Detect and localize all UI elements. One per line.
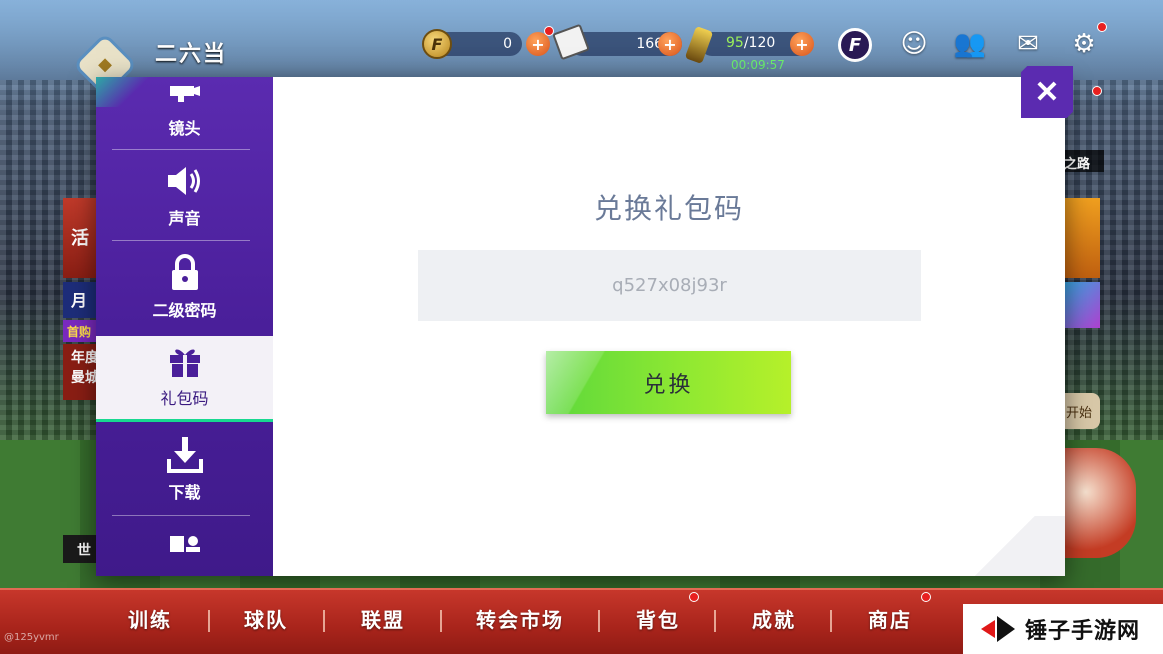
add-tickets-button[interactable]: + [658, 32, 682, 56]
nav-team[interactable]: 球队 [244, 604, 288, 633]
sidebar-item-label: 二级密码 [152, 301, 217, 320]
lock-icon [165, 253, 205, 293]
sidebar-item-account[interactable] [96, 521, 273, 571]
nav-separator [830, 610, 832, 632]
coin-icon: F [422, 29, 452, 59]
gift-code-input[interactable] [418, 250, 921, 321]
sidebar-item-secondary-password[interactable]: 二级密码 [96, 245, 273, 331]
nav-separator [440, 610, 442, 632]
event-banner-left-4[interactable]: 年度 曼城 [63, 344, 99, 400]
support-icon[interactable]: ☺ [896, 28, 932, 60]
event-banner-left-2[interactable]: 月 [63, 282, 99, 318]
settings-dialog: 镜头 声音 二级密码 礼包码 下载 兑换礼包码 q527x08j93r 兑换 [96, 77, 1065, 576]
sidebar-item-label: 下载 [168, 483, 201, 502]
nav-separator [323, 610, 325, 632]
sidebar-divider [112, 149, 250, 150]
event-banner-left-3[interactable]: 首购 [63, 320, 99, 342]
download-icon [165, 435, 205, 475]
nav-shop[interactable]: 商店 [868, 604, 912, 633]
energy-max: /120 [743, 35, 776, 51]
hammer-logo-icon [981, 614, 1015, 644]
sidebar-item-camera[interactable]: 镜头 [96, 77, 273, 149]
corner-note: @125yvmr [4, 632, 59, 643]
panel-title: 兑换礼包码 [593, 192, 744, 225]
nav-league[interactable]: 联盟 [361, 604, 405, 633]
settings-sidebar: 镜头 声音 二级密码 礼包码 下载 [96, 77, 273, 576]
sidebar-item-label: 镜头 [168, 119, 201, 138]
coins-value: 0 [503, 36, 512, 52]
sidebar-divider [112, 240, 250, 241]
gear-icon[interactable]: ⚙ [1066, 28, 1102, 60]
energy-timer: 00:09:57 [731, 58, 785, 72]
gift-icon [165, 341, 205, 381]
energy-readout: 95/120 [726, 35, 775, 51]
nav-separator [714, 610, 716, 632]
event-banner-right-2[interactable] [1064, 282, 1100, 328]
event-banner-left-1[interactable]: 活 [63, 198, 99, 278]
top-bar: ◆ 二六当 0 F + 1660 + 95/120 00:09:57 + F ☺… [0, 0, 1163, 98]
shop-notification-dot [921, 592, 931, 602]
account-icon [165, 524, 205, 564]
nav-achievements[interactable]: 成就 [752, 604, 796, 633]
nav-bag[interactable]: 背包 [636, 604, 680, 633]
sidebar-item-download[interactable]: 下载 [96, 427, 273, 513]
gift-code-panel: 兑换礼包码 兑换 [273, 77, 1065, 576]
redeem-button[interactable]: 兑换 [546, 351, 791, 414]
close-button[interactable]: ✕ [1021, 66, 1073, 118]
club-logo-icon[interactable]: F [838, 28, 872, 62]
sidebar-divider [112, 515, 250, 516]
nav-separator [208, 610, 210, 632]
friends-icon[interactable]: 👥 [952, 28, 988, 60]
player-name: 二六当 [155, 42, 228, 67]
energy-current: 95 [726, 35, 744, 51]
bag-notification-dot [689, 592, 699, 602]
settings-notification-dot [1097, 22, 1107, 32]
event-notification-dot [1092, 86, 1102, 96]
watermark-text: 锤子手游网 [1025, 619, 1141, 644]
nav-transfer-market[interactable]: 转会市场 [476, 604, 564, 633]
event-banner-right-1[interactable] [1064, 198, 1100, 278]
sidebar-item-gift-code[interactable]: 礼包码 [96, 336, 273, 422]
speaker-icon [165, 161, 205, 201]
sidebar-item-sound[interactable]: 声音 [96, 155, 273, 239]
nav-training[interactable]: 训练 [128, 604, 172, 633]
camera-icon [165, 77, 205, 111]
sidebar-item-label: 礼包码 [160, 389, 209, 408]
start-button-peek[interactable]: 开始 [1064, 393, 1100, 429]
sidebar-item-label: 声音 [168, 209, 201, 228]
match-ball-banner[interactable] [1064, 448, 1136, 558]
site-watermark: 锤子手游网 [963, 604, 1163, 654]
nav-separator [598, 610, 600, 632]
event-banner-left-5[interactable]: 世 [63, 535, 99, 563]
road-label[interactable]: 之路 [1064, 150, 1104, 172]
add-energy-button[interactable]: + [790, 32, 814, 56]
mail-icon[interactable]: ✉ [1010, 28, 1046, 60]
dialog-corner-decoration [945, 516, 1065, 576]
